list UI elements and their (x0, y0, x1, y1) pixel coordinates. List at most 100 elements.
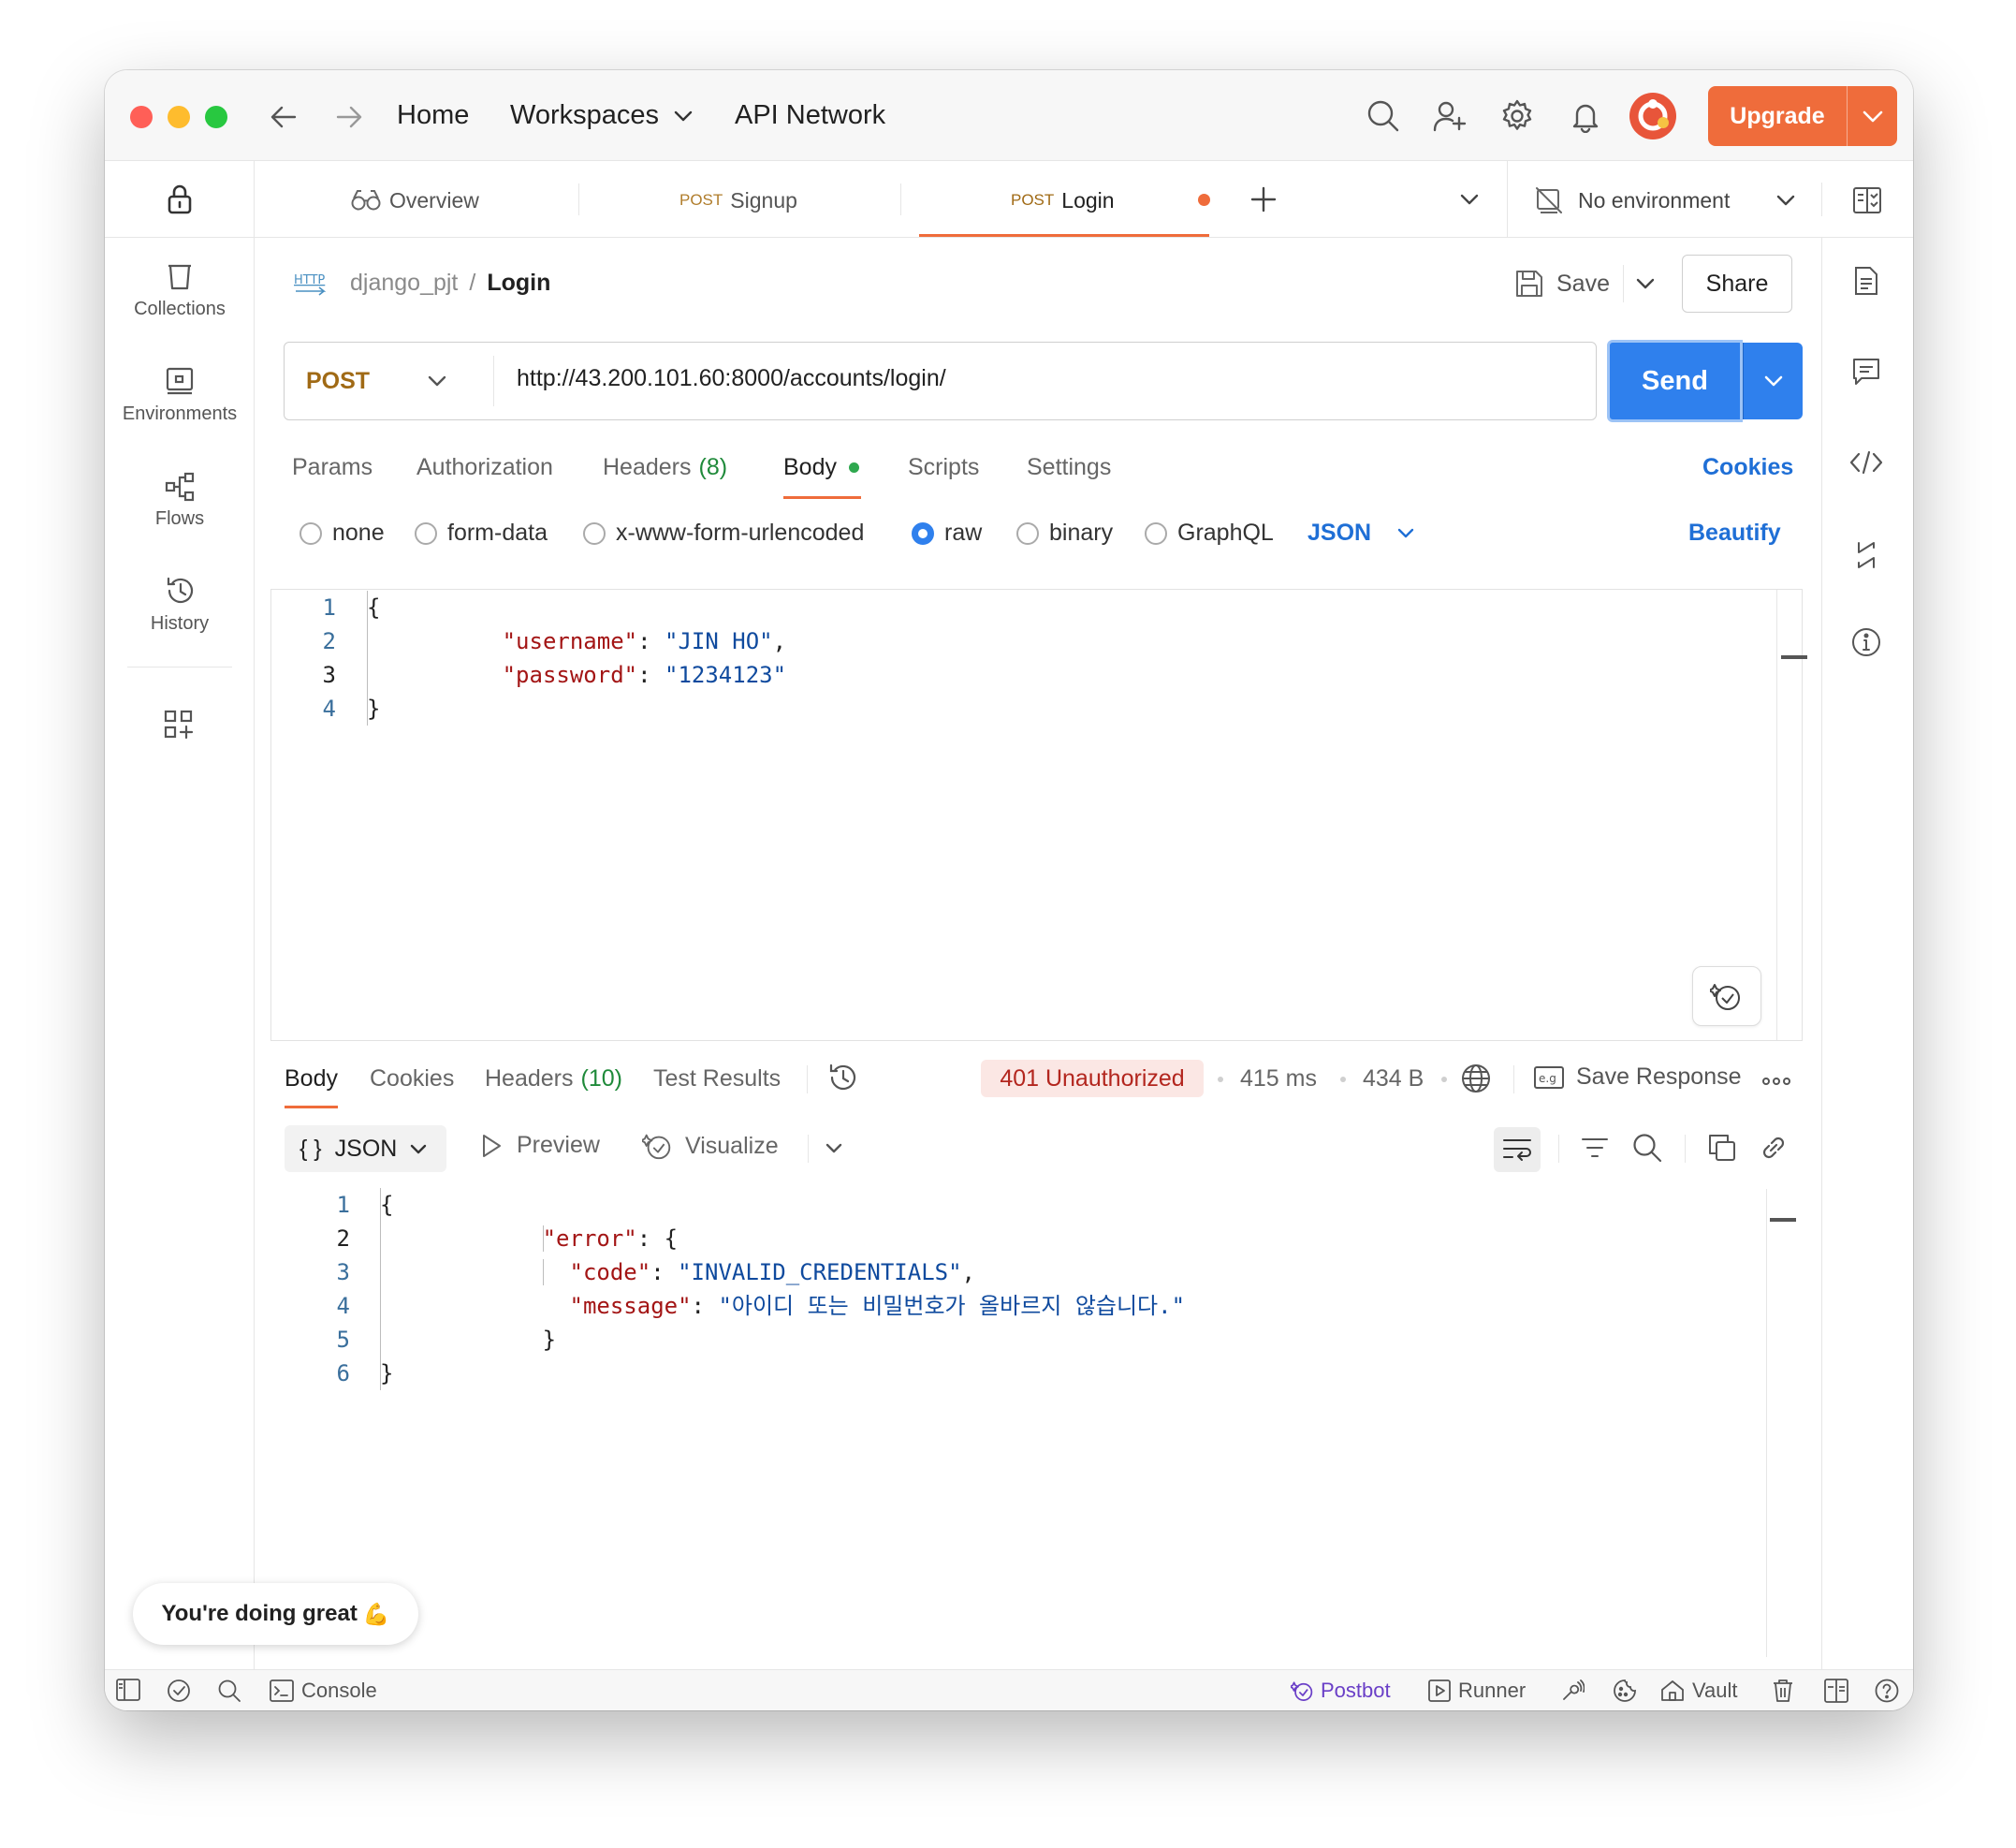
url-input[interactable]: http://43.200.101.60:8000/accounts/login… (517, 365, 946, 392)
tab-settings[interactable]: Settings (1027, 454, 1111, 481)
response-tab-headers[interactable]: Headers (10) (485, 1065, 622, 1093)
forward-arrow-icon[interactable] (335, 105, 363, 129)
search-icon[interactable] (1366, 99, 1400, 133)
documentation-icon[interactable] (1854, 266, 1878, 296)
comments-icon[interactable] (1852, 358, 1880, 386)
tab-headers[interactable]: Headers (8) (603, 454, 727, 481)
radio-selected (912, 521, 934, 545)
chevron-down-icon (1764, 375, 1783, 387)
capture-requests-icon[interactable] (1560, 1679, 1585, 1703)
beautify-link[interactable]: Beautify (1688, 520, 1781, 547)
upgrade-button[interactable]: Upgrade (1708, 86, 1897, 146)
sidebar-item-flows[interactable]: Flows (105, 462, 255, 556)
link-icon[interactable] (1759, 1133, 1789, 1163)
method-select[interactable]: POST (285, 343, 492, 419)
flows-icon (165, 472, 197, 502)
tab-scripts[interactable]: Scripts (908, 454, 979, 481)
cookies-link[interactable]: Cookies (1702, 454, 1793, 481)
editor-scrollbar-thumb[interactable] (1781, 655, 1807, 659)
response-time[interactable]: 415 ms (1240, 1065, 1317, 1093)
body-type-form-data[interactable]: form-data (415, 520, 548, 547)
visualize-chevron-down-icon[interactable] (825, 1143, 842, 1153)
add-apps-icon[interactable] (164, 710, 194, 740)
user-avatar[interactable] (1629, 93, 1676, 139)
vault-button[interactable]: Vault (1660, 1677, 1738, 1705)
visualize-button[interactable]: Visualize (642, 1130, 779, 1162)
response-scrollbar-thumb[interactable] (1770, 1218, 1796, 1222)
send-button[interactable]: Send (1607, 340, 1743, 422)
response-history-icon[interactable] (827, 1062, 859, 1093)
environment-selector[interactable]: No environment (1535, 182, 1795, 219)
back-arrow-icon[interactable] (270, 105, 298, 129)
tab-login[interactable]: POST Login (1011, 182, 1115, 219)
related-collections-icon[interactable] (1855, 541, 1877, 569)
sync-status-check-icon[interactable] (167, 1679, 191, 1703)
body-type-graphql[interactable]: GraphQL (1145, 520, 1274, 547)
runner-button[interactable]: Runner (1428, 1677, 1526, 1705)
nav-api-network[interactable]: API Network (735, 100, 885, 131)
tab-authorization[interactable]: Authorization (416, 454, 553, 481)
info-icon[interactable] (1851, 627, 1881, 657)
find-icon[interactable] (217, 1679, 241, 1703)
breadcrumb-request-name[interactable]: Login (487, 270, 550, 297)
body-type-none[interactable]: none (299, 520, 385, 547)
visualize-label: Visualize (685, 1132, 779, 1159)
cookies-icon[interactable] (1613, 1679, 1637, 1703)
response-format-select[interactable]: { } JSON (285, 1125, 446, 1172)
tab-overview[interactable]: Overview (350, 182, 479, 219)
environment-quicklook-icon[interactable] (1852, 186, 1882, 214)
zoom-window-button[interactable] (205, 106, 227, 128)
response-tab-cookies[interactable]: Cookies (370, 1065, 454, 1093)
nav-workspaces[interactable]: Workspaces (510, 100, 693, 131)
toggle-sidebar-icon[interactable] (116, 1679, 140, 1701)
postbot-button[interactable]: Postbot (1291, 1677, 1391, 1705)
preview-button[interactable]: Preview (481, 1132, 600, 1159)
two-pane-view-icon[interactable] (1824, 1679, 1848, 1703)
postbot-editor-button[interactable] (1692, 966, 1761, 1026)
copy-icon[interactable] (1707, 1133, 1737, 1163)
tab-body[interactable]: Body (783, 454, 859, 481)
more-options-icon[interactable] (1762, 1078, 1790, 1085)
tab-signup[interactable]: POST Signup (679, 182, 797, 219)
save-options-chevron-icon[interactable] (1636, 278, 1655, 289)
breadcrumb-collection[interactable]: django_pjt (350, 270, 458, 297)
tab-params[interactable]: Params (292, 454, 373, 481)
console-button[interactable]: Console (270, 1677, 377, 1705)
sidebar-item-environments[interactable]: Environments (105, 358, 255, 451)
lock-icon[interactable] (167, 183, 193, 215)
status-badge[interactable]: 401 Unauthorized (981, 1060, 1204, 1097)
minimize-window-button[interactable] (168, 106, 190, 128)
sidebar-item-history[interactable]: History (105, 567, 255, 661)
environment-icon (166, 367, 194, 395)
share-button[interactable]: Share (1682, 255, 1792, 313)
nav-home[interactable]: Home (397, 100, 469, 131)
trash-icon[interactable] (1773, 1679, 1793, 1703)
sidebar-item-collections[interactable]: Collections (105, 253, 255, 346)
save-response-button[interactable]: e.g Save Response (1534, 1063, 1742, 1091)
raw-format-select[interactable]: JSON (1307, 520, 1414, 547)
tab-bar-bottom-border (255, 237, 1913, 238)
body-type-binary[interactable]: binary (1016, 520, 1113, 547)
response-tab-test-results[interactable]: Test Results (653, 1065, 781, 1093)
new-tab-plus-icon[interactable] (1250, 186, 1277, 213)
response-tab-body[interactable]: Body (285, 1065, 338, 1093)
wrap-lines-toggle[interactable] (1494, 1127, 1541, 1172)
response-size[interactable]: 434 B (1363, 1065, 1424, 1093)
json-colon: : (691, 1293, 719, 1319)
body-type-raw[interactable]: raw (912, 520, 982, 547)
filter-icon[interactable] (1581, 1137, 1609, 1159)
response-search-icon[interactable] (1632, 1133, 1662, 1163)
network-globe-icon[interactable] (1461, 1063, 1491, 1093)
send-options-button[interactable] (1743, 343, 1803, 419)
save-button[interactable]: Save (1515, 265, 1610, 302)
invite-user-icon[interactable] (1433, 99, 1467, 133)
tabs-overflow-chevron-icon[interactable] (1460, 194, 1479, 205)
encouragement-toast[interactable]: You're doing great 💪 (133, 1583, 418, 1645)
help-icon[interactable] (1875, 1679, 1899, 1703)
upgrade-chevron-down-icon[interactable] (1863, 110, 1883, 123)
settings-gear-icon[interactable] (1500, 99, 1534, 133)
body-type-urlencoded[interactable]: x-www-form-urlencoded (583, 520, 864, 547)
code-snippet-icon[interactable] (1849, 450, 1883, 475)
close-window-button[interactable] (130, 106, 153, 128)
notification-bell-icon[interactable] (1569, 99, 1602, 133)
